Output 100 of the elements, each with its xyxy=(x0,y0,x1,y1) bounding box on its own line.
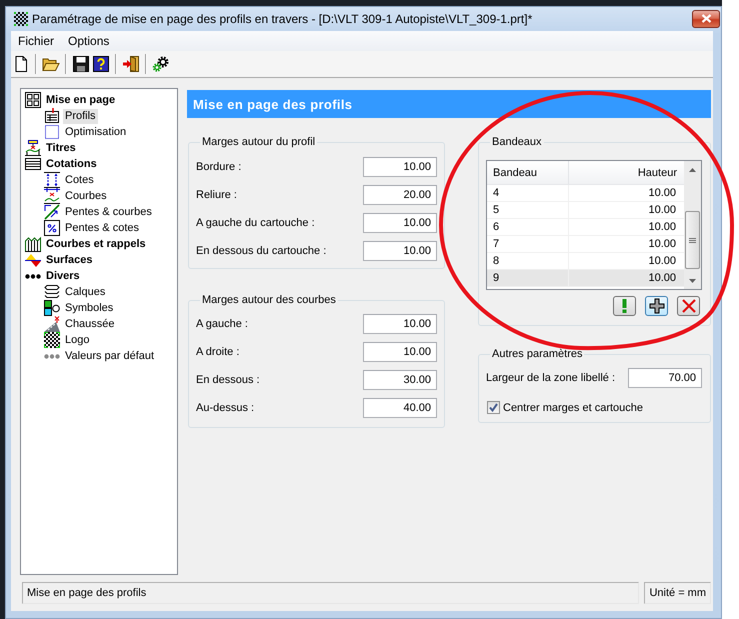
table-cell: 8 xyxy=(487,253,569,269)
dots-icon xyxy=(44,354,60,358)
number-field[interactable]: 10.00 xyxy=(363,314,437,334)
dimension-curve-icon xyxy=(44,188,60,204)
window-title: Paramétrage de mise en page des profils en travers - [D:\VLT 309-1 Autopiste\VLT_309-1.prt]* xyxy=(32,12,534,26)
exclamation-button[interactable] xyxy=(613,296,636,316)
column-header[interactable]: Hauteur xyxy=(569,161,684,184)
up-arrow-icon xyxy=(689,168,696,172)
number-field[interactable]: 10.00 xyxy=(363,342,437,362)
grip-icon xyxy=(689,238,696,242)
table-cell-text: 10.00 xyxy=(647,203,677,218)
tree-item[interactable]: Calques xyxy=(63,284,108,300)
tree-item[interactable]: Pentes & courbes xyxy=(63,204,154,220)
number-field[interactable]: 10.00 xyxy=(363,157,437,177)
group-title: Marges autour du profil xyxy=(201,135,316,149)
table-row[interactable]: 7 10.00 xyxy=(487,236,684,253)
field-label: Bordure : xyxy=(196,161,242,173)
number-field[interactable]: 40.00 xyxy=(363,398,437,418)
number-field[interactable]: 10.00 xyxy=(363,213,437,233)
close-button[interactable] xyxy=(692,10,720,28)
table-cell-text: 10.00 xyxy=(647,254,677,269)
table-cell: 4 xyxy=(487,185,569,201)
group-title: Bandeaux xyxy=(491,135,543,149)
layers-icon xyxy=(44,284,60,300)
tree-item[interactable]: Logo xyxy=(63,332,92,348)
down-arrow-icon xyxy=(689,278,696,282)
field-label: En dessous : xyxy=(196,374,260,386)
plus-icon xyxy=(648,298,664,314)
table-cell: 9 xyxy=(487,270,569,286)
close-icon xyxy=(700,14,712,23)
table-cell: 6 xyxy=(487,219,569,235)
dotted-frame-icon xyxy=(44,124,60,140)
group-title: Marges autour des courbes xyxy=(201,293,337,307)
add-button[interactable] xyxy=(645,296,668,316)
triangles-icon xyxy=(25,252,41,268)
field-label: Largeur de la zone libellé : xyxy=(486,372,616,384)
new-document-icon[interactable] xyxy=(13,56,29,72)
shapes-icon xyxy=(44,300,60,316)
menu-item[interactable]: Options xyxy=(61,31,116,51)
table-row[interactable]: 5 10.00 xyxy=(487,202,684,219)
dimension-arrows-icon xyxy=(44,172,60,188)
table-row[interactable]: 8 10.00 xyxy=(487,253,684,270)
tree-item[interactable]: Surfaces xyxy=(44,252,94,268)
table-cell-text: 10.00 xyxy=(647,220,677,235)
road-icon xyxy=(44,316,60,332)
menu-item[interactable]: Fichier xyxy=(11,31,62,51)
checkbox[interactable] xyxy=(487,401,500,414)
help-icon[interactable] xyxy=(93,56,109,72)
tree-item[interactable]: Divers xyxy=(44,268,82,284)
field-label: A gauche : xyxy=(196,318,248,330)
field-label: En dessous du cartouche : xyxy=(196,245,326,257)
tree-item[interactable]: Courbes et rappels xyxy=(44,236,148,252)
percent-icon xyxy=(44,220,60,236)
tree-item[interactable]: Chaussée xyxy=(63,316,117,332)
field-label: A gauche du cartouche : xyxy=(196,217,315,229)
number-field[interactable]: 70.00 xyxy=(628,368,702,388)
tree-item[interactable]: Valeurs par défaut xyxy=(63,348,156,364)
tree-item[interactable]: Cotations xyxy=(44,156,99,172)
number-field[interactable]: 20.00 xyxy=(363,185,437,205)
table-cell: 5 xyxy=(487,202,569,218)
slope-arrow-icon xyxy=(44,204,60,220)
delete-button[interactable] xyxy=(677,296,700,316)
table-row[interactable]: 4 10.00 xyxy=(487,185,684,202)
exit-door-icon[interactable] xyxy=(123,56,139,72)
status-text: Unité = mm xyxy=(644,582,711,604)
number-field[interactable]: 30.00 xyxy=(363,370,437,390)
tree-item[interactable]: Optimisation xyxy=(63,124,128,140)
gears-icon[interactable] xyxy=(152,56,170,72)
check-icon xyxy=(489,403,498,412)
table-cell-text: 10.00 xyxy=(647,237,677,252)
tree-item[interactable]: Courbes xyxy=(63,188,109,204)
save-icon[interactable] xyxy=(73,56,89,72)
field-label: Reliure : xyxy=(196,189,237,201)
exclamation-icon xyxy=(622,299,627,313)
tree-item[interactable]: Titres xyxy=(44,140,78,156)
table-cell-text: 10.00 xyxy=(647,271,677,286)
scrollbar[interactable] xyxy=(684,161,701,289)
tree-item[interactable]: Pentes & cotes xyxy=(63,220,141,236)
status-text: Mise en page des profils xyxy=(22,582,640,604)
number-field[interactable]: 10.00 xyxy=(363,241,437,261)
checkbox-label[interactable]: Centrer marges et cartouche xyxy=(503,402,644,414)
scrollbar-thumb[interactable] xyxy=(685,211,700,269)
cross-icon xyxy=(682,299,696,313)
field-label: A droite : xyxy=(196,346,240,358)
table-row[interactable]: 9 10.00 xyxy=(487,270,684,287)
tree-item[interactable]: Profils xyxy=(63,108,98,124)
open-folder-icon[interactable] xyxy=(42,56,60,72)
profile-chart-icon xyxy=(25,236,41,252)
tree-item[interactable]: Cotes xyxy=(63,172,96,188)
table-icon xyxy=(44,108,60,124)
tree-item[interactable]: Mise en page xyxy=(44,92,118,108)
group-title: Autres paramètres xyxy=(491,347,584,361)
title-block-icon xyxy=(25,140,41,156)
table-cell: 7 xyxy=(487,236,569,252)
table-cell-text: 10.00 xyxy=(647,186,677,201)
tree-item[interactable]: Symboles xyxy=(63,300,116,316)
column-header[interactable]: Bandeau xyxy=(487,161,569,184)
table-row[interactable]: 6 10.00 xyxy=(487,219,684,236)
dots-icon xyxy=(25,274,41,278)
field-label: Au-dessus : xyxy=(196,402,254,414)
